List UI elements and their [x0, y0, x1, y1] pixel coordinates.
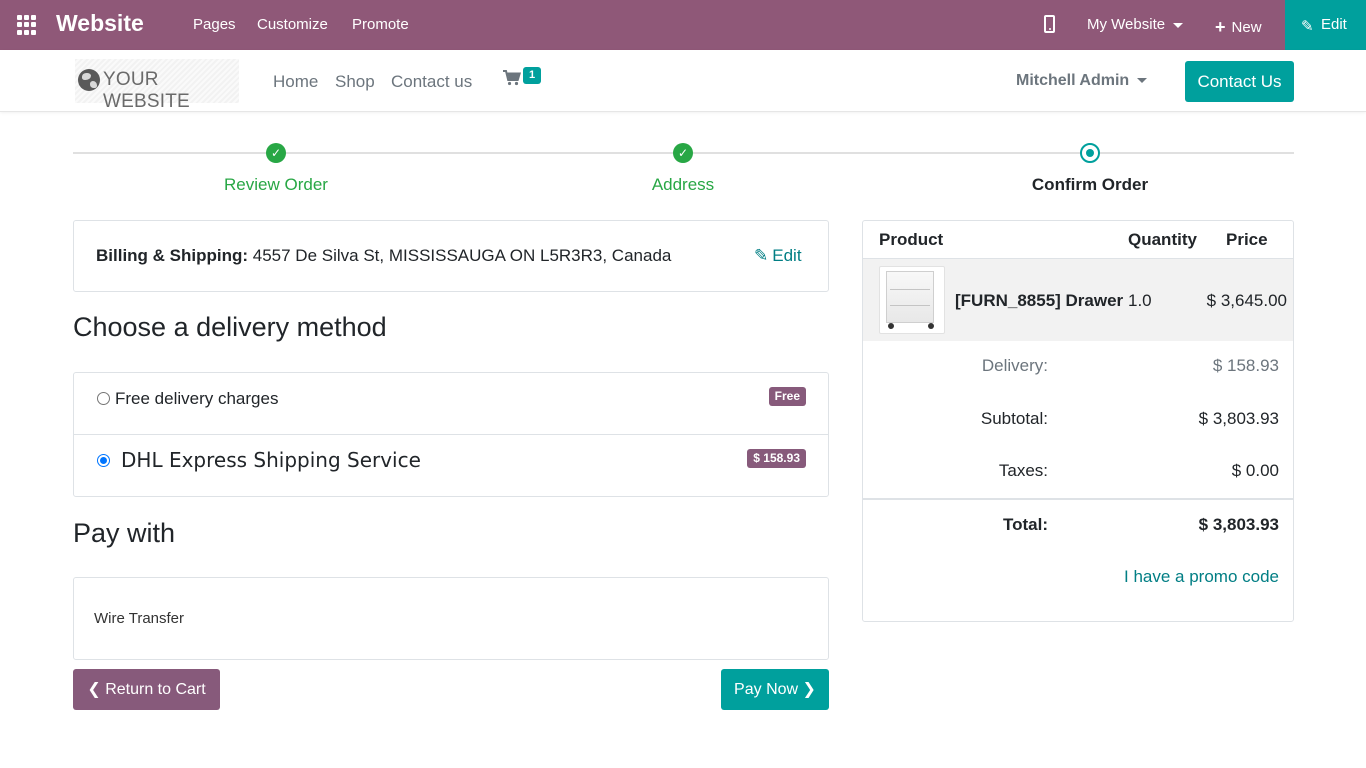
delivery-method-list: Free delivery charges Free DHL Express S… [73, 372, 829, 497]
menu-pages[interactable]: Pages [193, 16, 236, 33]
nav-contact-us[interactable]: Contact us [391, 72, 472, 92]
delivery-price-badge: $ 158.93 [747, 449, 806, 468]
return-to-cart-label: Return to Cart [105, 681, 206, 698]
pay-with-title: Pay with [73, 518, 176, 548]
delivery-method-title: Choose a delivery method [73, 312, 387, 342]
nav-shop[interactable]: Shop [335, 72, 375, 92]
subtotal-value: $ 3,803.93 [1198, 409, 1279, 428]
admin-navbar: Website Pages Customize Promote My Websi… [0, 0, 1366, 50]
user-menu[interactable]: Mitchell Admin [1016, 72, 1148, 90]
caret-down-icon [1137, 78, 1148, 84]
current-step-icon [1080, 143, 1100, 163]
globe-icon [78, 69, 100, 91]
billing-address-text: Billing & Shipping: 4557 De Silva St, MI… [96, 246, 671, 266]
step-review-order[interactable]: Review Order [176, 175, 376, 195]
user-name: Mitchell Admin [1016, 72, 1130, 89]
apps-menu-icon[interactable] [17, 15, 38, 35]
logo-text: YOUR WEBSITE [103, 69, 190, 112]
total-value: $ 3,803.93 [1198, 515, 1279, 534]
menu-customize[interactable]: Customize [257, 16, 328, 33]
website-switcher-label: My Website [1087, 16, 1166, 33]
site-logo[interactable]: YOUR WEBSITE [75, 59, 239, 112]
payment-method-box[interactable]: Wire Transfer [73, 577, 829, 660]
order-summary: Product Quantity Price [FURN_8855] Drawe… [862, 220, 1294, 622]
subtotal-label: Subtotal: [980, 409, 1048, 428]
cart-link[interactable]: 1 [503, 67, 541, 91]
delivery-radio-free[interactable] [97, 392, 110, 405]
site-header: YOUR WEBSITE Home Shop Contact us 1 Mitc… [0, 50, 1366, 112]
edit-address-link[interactable]: ✎ Edit [754, 246, 802, 266]
column-header-price: Price [1226, 230, 1268, 249]
return-to-cart-button[interactable]: ❮ Return to Cart [73, 669, 220, 710]
nav-home[interactable]: Home [273, 72, 318, 92]
promo-code-link[interactable]: I have a promo code [1124, 567, 1279, 587]
pay-now-label: Pay Now [734, 681, 799, 698]
taxes-value: $ 0.00 [1231, 461, 1279, 480]
delivery-label: Delivery: [981, 356, 1048, 375]
new-button-label: New [1231, 19, 1262, 36]
product-price: $ 3,645.00 [1206, 291, 1287, 310]
wheel [928, 323, 934, 329]
wheel [888, 323, 894, 329]
delivery-radio-dhl[interactable] [97, 454, 110, 467]
product-image[interactable] [879, 266, 945, 334]
cart-icon [503, 70, 522, 86]
delivery-option-label: Free delivery charges [115, 389, 279, 408]
step-address[interactable]: Address [583, 175, 783, 195]
taxes-label: Taxes: [998, 461, 1048, 480]
billing-address: 4557 De Silva St, MISSISSAUGA ON L5R3R3,… [252, 246, 672, 265]
product-name[interactable]: [FURN_8855] Drawer [955, 291, 1123, 311]
drawer-cabinet-image [886, 271, 934, 323]
menu-promote[interactable]: Promote [352, 16, 409, 33]
delivery-option-free[interactable]: Free delivery charges Free [74, 373, 828, 435]
column-header-product: Product [879, 230, 944, 249]
pencil-icon: ✎ [1301, 18, 1314, 35]
new-button[interactable]: + New [1215, 16, 1262, 37]
payment-method-label: Wire Transfer [94, 610, 185, 627]
check-circle-icon: ✓ [673, 143, 693, 163]
delivery-option-label: DHL Express Shipping Service [121, 448, 421, 472]
edit-button[interactable]: ✎ Edit [1285, 0, 1366, 50]
delivery-price-badge: Free [768, 387, 806, 406]
product-quantity: 1.0 [1128, 291, 1152, 310]
cart-count-badge: 1 [523, 67, 541, 84]
billing-shipping-card: Billing & Shipping: 4557 De Silva St, MI… [73, 220, 829, 292]
column-header-quantity: Quantity [1128, 230, 1197, 249]
app-title[interactable]: Website [56, 10, 144, 37]
total-label: Total: [1002, 515, 1048, 534]
contact-us-button[interactable]: Contact Us [1185, 61, 1294, 102]
edit-address-label: Edit [772, 246, 802, 265]
billing-label: Billing & Shipping: [96, 246, 249, 265]
check-circle-icon: ✓ [266, 143, 286, 163]
chevron-left-icon: ❮ [87, 681, 101, 698]
delivery-value: $ 158.93 [1212, 356, 1279, 375]
mobile-preview-icon[interactable] [1044, 15, 1055, 33]
table-row: [FURN_8855] Drawer 1.0 $ 3,645.00 [863, 259, 1293, 341]
chevron-right-icon: ❯ [802, 681, 816, 698]
caret-down-icon [1173, 22, 1184, 28]
edit-icon: ✎ [754, 246, 769, 265]
edit-button-label: Edit [1321, 16, 1347, 33]
website-switcher[interactable]: My Website [1087, 16, 1184, 33]
pay-now-button[interactable]: Pay Now ❯ [721, 669, 829, 710]
divider [863, 498, 1293, 500]
delivery-option-dhl[interactable]: DHL Express Shipping Service $ 158.93 [74, 435, 828, 497]
plus-icon: + [1215, 17, 1226, 37]
step-confirm-order: Confirm Order [1031, 175, 1149, 194]
